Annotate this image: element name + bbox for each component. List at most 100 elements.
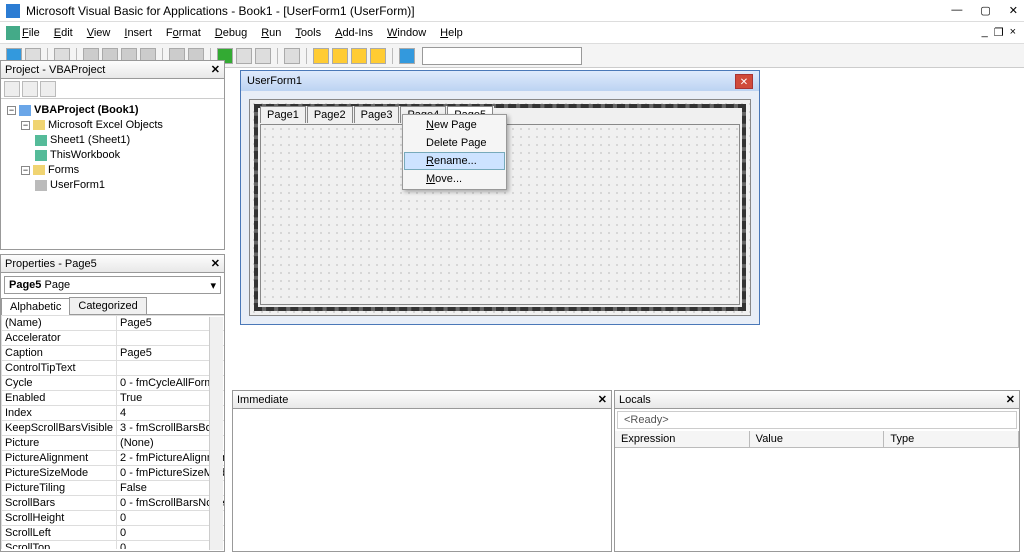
property-row[interactable]: Picture(None) — [2, 436, 225, 451]
design-mode-icon[interactable] — [284, 48, 300, 64]
immediate-window: Immediate ✕ — [232, 390, 612, 552]
properties-object-selector[interactable]: Page5 Page ▾ — [4, 276, 221, 294]
property-row[interactable]: (Name)Page5 — [2, 316, 225, 331]
locals-col-value[interactable]: Value — [750, 431, 885, 447]
multipage-tab-page1[interactable]: Page1 — [260, 106, 306, 123]
tree-root[interactable]: VBAProject (Book1) — [34, 104, 139, 116]
immediate-close[interactable]: ✕ — [598, 393, 607, 406]
property-row[interactable]: ScrollLeft0 — [2, 526, 225, 541]
locals-close[interactable]: ✕ — [1006, 393, 1015, 406]
ctx-new-page[interactable]: New Page — [404, 116, 505, 134]
userform-titlebar[interactable]: UserForm1 ✕ — [241, 71, 759, 91]
maximize-button[interactable]: ▢ — [980, 4, 990, 17]
project-toolbar — [1, 79, 224, 99]
property-row[interactable]: EnabledTrue — [2, 391, 225, 406]
object-browser-icon[interactable] — [351, 48, 367, 64]
tree-excel-objects[interactable]: Microsoft Excel Objects — [48, 119, 163, 131]
multipage-tab-page2[interactable]: Page2 — [307, 106, 353, 123]
reset-icon[interactable] — [255, 48, 271, 64]
help-icon[interactable] — [399, 48, 415, 64]
property-row[interactable]: ScrollBars0 - fmScrollBarsNone — [2, 496, 225, 511]
properties-close[interactable]: ✕ — [211, 257, 220, 270]
toolbox-icon[interactable] — [370, 48, 386, 64]
menu-help[interactable]: Help — [440, 27, 463, 39]
project-explorer-close[interactable]: ✕ — [211, 63, 220, 76]
properties-title-text: Properties - Page5 — [5, 258, 97, 270]
properties-window: Properties - Page5 ✕ Page5 Page ▾ Alphab… — [0, 254, 225, 552]
menu-bar: File Edit View Insert Format Debug Run T… — [0, 22, 1024, 44]
menu-edit[interactable]: Edit — [54, 27, 73, 39]
property-row[interactable]: PictureTilingFalse — [2, 481, 225, 496]
tree-sheet1[interactable]: Sheet1 (Sheet1) — [50, 134, 130, 146]
tree-userform1[interactable]: UserForm1 — [50, 179, 105, 191]
property-row[interactable]: Index4 — [2, 406, 225, 421]
tab-alphabetic[interactable]: Alphabetic — [1, 298, 70, 315]
menu-format[interactable]: Format — [166, 27, 201, 39]
ctx-move[interactable]: Move... — [404, 170, 505, 188]
menu-insert[interactable]: Insert — [124, 27, 152, 39]
project-tree[interactable]: −VBAProject (Book1) −Microsoft Excel Obj… — [1, 99, 224, 197]
properties-window-icon[interactable] — [332, 48, 348, 64]
toggle-folders-icon[interactable] — [40, 81, 56, 97]
properties-grid[interactable]: (Name)Page5AcceleratorCaptionPage5Contro… — [1, 315, 224, 549]
ctx-rename[interactable]: Rename... — [404, 152, 505, 170]
userform-title: UserForm1 — [247, 75, 302, 87]
app-title: Microsoft Visual Basic for Applications … — [26, 4, 951, 18]
locals-title-text: Locals — [619, 394, 651, 406]
project-explorer-title-text: Project - VBAProject — [5, 64, 105, 76]
property-row[interactable]: ScrollHeight0 — [2, 511, 225, 526]
userform-close-icon[interactable]: ✕ — [735, 74, 753, 89]
property-row[interactable]: PictureAlignment2 - fmPictureAlignmentCe… — [2, 451, 225, 466]
locals-columns: Expression Value Type — [615, 431, 1019, 448]
view-object-icon[interactable] — [22, 81, 38, 97]
immediate-title-text: Immediate — [237, 394, 288, 406]
mdi-restore[interactable]: ❐ — [994, 26, 1004, 39]
locals-body[interactable] — [615, 448, 1019, 552]
menu-run[interactable]: Run — [261, 27, 281, 39]
line-col-combo[interactable] — [422, 47, 582, 65]
property-row[interactable]: PictureSizeMode0 - fmPictureSizeModeClip — [2, 466, 225, 481]
locals-ready: <Ready> — [617, 411, 1017, 429]
properties-title: Properties - Page5 ✕ — [1, 255, 224, 273]
form-designer: UserForm1 ✕ Page1Page2Page3Page4Page5 Ne… — [232, 68, 1024, 382]
mdi-close[interactable]: × — [1010, 26, 1016, 39]
window-buttons: — ▢ ✕ — [951, 4, 1018, 17]
tab-categorized[interactable]: Categorized — [69, 297, 146, 314]
close-button[interactable]: ✕ — [1009, 4, 1018, 17]
menu-view[interactable]: View — [87, 27, 111, 39]
dropdown-icon[interactable]: ▾ — [210, 279, 216, 292]
property-row[interactable]: Cycle0 - fmCycleAllForms — [2, 376, 225, 391]
immediate-title: Immediate ✕ — [233, 391, 611, 409]
immediate-input[interactable] — [233, 409, 611, 551]
menu-debug[interactable]: Debug — [215, 27, 247, 39]
multipage-tab-page3[interactable]: Page3 — [354, 106, 400, 123]
break-icon[interactable] — [236, 48, 252, 64]
userform-window[interactable]: UserForm1 ✕ Page1Page2Page3Page4Page5 — [240, 70, 760, 325]
minimize-button[interactable]: — — [951, 4, 962, 17]
project-explorer-icon[interactable] — [313, 48, 329, 64]
locals-col-expression[interactable]: Expression — [615, 431, 750, 447]
properties-scrollbar[interactable] — [209, 317, 223, 549]
property-row[interactable]: Accelerator — [2, 331, 225, 346]
tab-context-menu: New Page Delete Page Rename... Move... — [402, 114, 507, 190]
menu-file[interactable]: File — [22, 27, 40, 39]
tree-forms[interactable]: Forms — [48, 164, 79, 176]
ctx-delete-page[interactable]: Delete Page — [404, 134, 505, 152]
locals-window: Locals ✕ <Ready> Expression Value Type — [614, 390, 1020, 552]
menu-window[interactable]: Window — [387, 27, 426, 39]
property-row[interactable]: ControlTipText — [2, 361, 225, 376]
locals-title: Locals ✕ — [615, 391, 1019, 409]
app-icon — [6, 4, 20, 18]
property-row[interactable]: ScrollTop0 — [2, 541, 225, 550]
tree-thisworkbook[interactable]: ThisWorkbook — [50, 149, 120, 161]
locals-col-type[interactable]: Type — [884, 431, 1019, 447]
mdi-minimize[interactable]: _ — [982, 26, 988, 39]
property-row[interactable]: KeepScrollBarsVisible3 - fmScrollBarsBot… — [2, 421, 225, 436]
app-titlebar: Microsoft Visual Basic for Applications … — [0, 0, 1024, 22]
property-row[interactable]: CaptionPage5 — [2, 346, 225, 361]
project-explorer: Project - VBAProject ✕ −VBAProject (Book… — [0, 60, 225, 250]
view-code-icon[interactable] — [4, 81, 20, 97]
mdi-icon — [6, 26, 20, 40]
menu-addins[interactable]: Add-Ins — [335, 27, 373, 39]
menu-tools[interactable]: Tools — [295, 27, 321, 39]
